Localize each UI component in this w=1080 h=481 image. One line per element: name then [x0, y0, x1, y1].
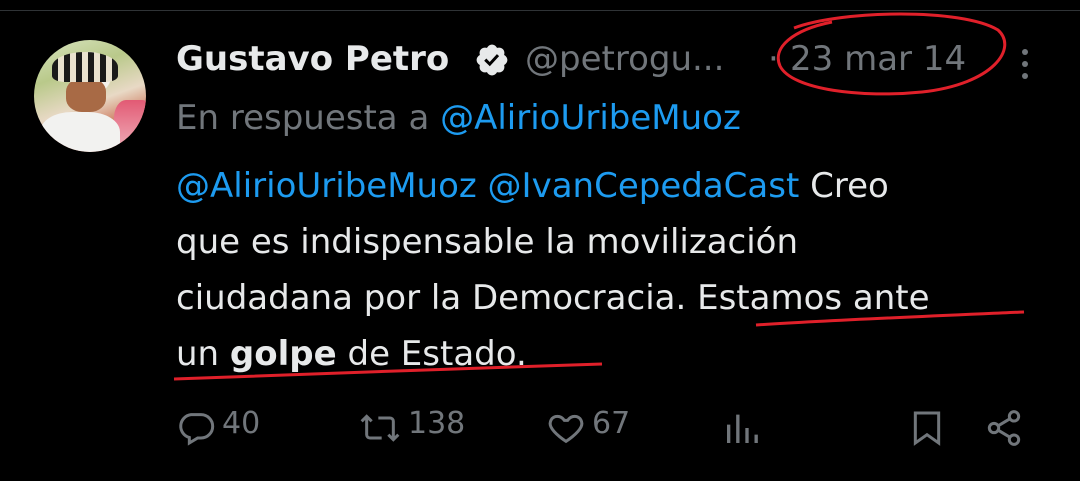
- reply-button[interactable]: 40: [176, 400, 276, 454]
- like-count: 67: [592, 406, 631, 441]
- reply-context: En respuesta a @AlirioUribeMuoz: [176, 98, 741, 138]
- reply-prefix: En respuesta a: [176, 98, 430, 138]
- body-text: un: [176, 334, 220, 374]
- bold-word: golpe: [229, 334, 337, 374]
- bookmark-icon: [913, 411, 941, 446]
- views-button[interactable]: [722, 400, 762, 454]
- body-text: ciudadana por la Democracia.: [176, 278, 687, 318]
- author-handle[interactable]: @petrogu...: [525, 39, 724, 79]
- reply-icon: [179, 413, 215, 446]
- action-bar: 40 138 67: [0, 400, 1080, 454]
- retweet-icon: [360, 414, 400, 442]
- reply-count: 40: [222, 406, 261, 441]
- body-line-1: @AlirioUribeMuoz @IvanCepedaCast Creo: [176, 158, 889, 214]
- body-line-3: ciudadana por la Democracia. Estamos ant…: [176, 270, 930, 326]
- author-name[interactable]: Gustavo Petro: [176, 39, 449, 79]
- tweet[interactable]: Gustavo Petro @petrogu... · 23 mar 14 En…: [0, 0, 1080, 481]
- retweet-count: 138: [408, 406, 466, 441]
- avatar[interactable]: [34, 40, 146, 152]
- mention-link[interactable]: @AlirioUribeMuoz: [176, 166, 477, 206]
- separator-dot: ·: [768, 39, 779, 79]
- like-button[interactable]: 67: [546, 400, 646, 454]
- retweet-button[interactable]: 138: [358, 400, 488, 454]
- divider: [0, 10, 1080, 11]
- more-icon[interactable]: [1013, 44, 1037, 84]
- mention-link[interactable]: @IvanCepedaCast: [488, 166, 800, 206]
- body-text: de Estado.: [347, 334, 527, 374]
- like-icon: [548, 414, 584, 444]
- verified-badge-icon: [476, 44, 508, 76]
- share-button[interactable]: [984, 400, 1024, 454]
- body-line-2: que es indispensable la movilización: [176, 222, 799, 262]
- tweet-date[interactable]: 23 mar 14: [790, 39, 966, 79]
- body-text: Creo: [810, 166, 889, 206]
- share-icon: [987, 410, 1021, 446]
- reply-mention-link[interactable]: @AlirioUribeMuoz: [440, 98, 741, 138]
- bookmark-button[interactable]: [907, 400, 947, 454]
- body-line-4: un golpe de Estado.: [176, 326, 527, 382]
- views-icon: [727, 414, 758, 443]
- underlined-phrase: Estamos ante: [697, 278, 930, 318]
